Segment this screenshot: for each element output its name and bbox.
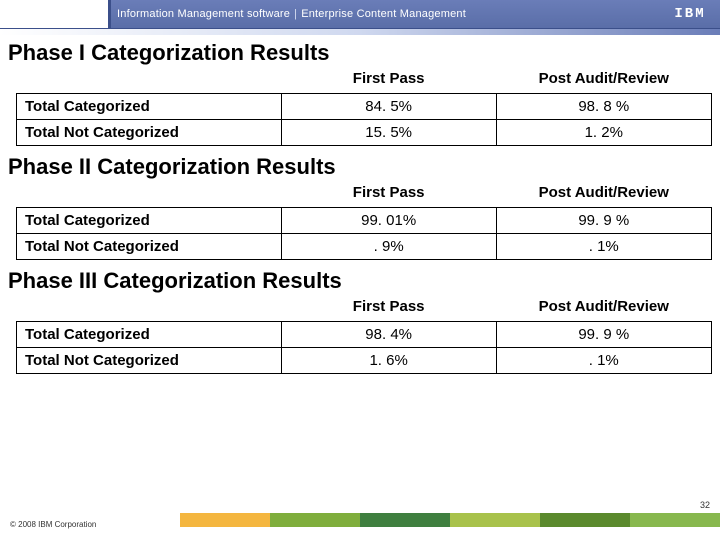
table-row: Total Categorized 98. 4% 99. 9 % — [17, 322, 712, 348]
table-row: Total Not Categorized . 9% . 1% — [17, 234, 712, 260]
row-label: Total Not Categorized — [17, 348, 282, 374]
cell-value: 99. 9 % — [496, 322, 712, 348]
ibm-logo: IBM — [660, 0, 720, 28]
phase-2-table: First Pass Post Audit/Review Total Categ… — [16, 182, 712, 260]
breadcrumb-item-1: Information Management software — [117, 8, 290, 20]
footer-stripe — [0, 513, 720, 527]
page-number: 32 — [700, 500, 710, 510]
row-label: Total Categorized — [17, 208, 282, 234]
cell-value: 98. 4% — [281, 322, 496, 348]
row-label: Total Not Categorized — [17, 120, 282, 146]
footer-color-block — [630, 513, 720, 527]
table-header-col1: First Pass — [281, 68, 496, 94]
cell-value: 84. 5% — [281, 94, 496, 120]
cell-value: 15. 5% — [281, 120, 496, 146]
cell-value: 1. 6% — [281, 348, 496, 374]
phase-1-title: Phase I Categorization Results — [8, 40, 712, 66]
cell-value: 98. 8 % — [496, 94, 712, 120]
table-header-blank — [17, 182, 282, 208]
topbar-spacer — [0, 0, 111, 28]
copyright: © 2008 IBM Corporation — [10, 520, 100, 529]
cell-value: 1. 2% — [496, 120, 712, 146]
footer-color-block — [180, 513, 270, 527]
cell-value: . 1% — [496, 348, 712, 374]
table-row: Total Categorized 84. 5% 98. 8 % — [17, 94, 712, 120]
footer-color-block — [270, 513, 360, 527]
table-row: Total Not Categorized 1. 6% . 1% — [17, 348, 712, 374]
table-header-col1: First Pass — [281, 182, 496, 208]
table-header-blank — [17, 68, 282, 94]
phase-3-title: Phase III Categorization Results — [8, 268, 712, 294]
table-header-col2: Post Audit/Review — [496, 68, 712, 94]
cell-value: 99. 01% — [281, 208, 496, 234]
breadcrumb: Information Management software | Enterp… — [111, 0, 660, 28]
row-label: Total Not Categorized — [17, 234, 282, 260]
slide: Information Management software | Enterp… — [0, 0, 720, 540]
topbar: Information Management software | Enterp… — [0, 0, 720, 29]
phase-3-table: First Pass Post Audit/Review Total Categ… — [16, 296, 712, 374]
table-header-col1: First Pass — [281, 296, 496, 322]
footer: © 2008 IBM Corporation — [0, 513, 720, 535]
table-row: Total Not Categorized 15. 5% 1. 2% — [17, 120, 712, 146]
table-row: Total Categorized 99. 01% 99. 9 % — [17, 208, 712, 234]
phase-1-table: First Pass Post Audit/Review Total Categ… — [16, 68, 712, 146]
phase-2-title: Phase II Categorization Results — [8, 154, 712, 180]
cell-value: . 9% — [281, 234, 496, 260]
row-label: Total Categorized — [17, 94, 282, 120]
footer-color-block — [450, 513, 540, 527]
footer-color-block — [360, 513, 450, 527]
footer-color-block — [540, 513, 630, 527]
row-label: Total Categorized — [17, 322, 282, 348]
cell-value: . 1% — [496, 234, 711, 260]
slide-content: Phase I Categorization Results First Pas… — [0, 34, 720, 506]
table-header-col2: Post Audit/Review — [496, 182, 711, 208]
table-header-col2: Post Audit/Review — [496, 296, 712, 322]
breadcrumb-item-2: Enterprise Content Management — [301, 8, 466, 20]
cell-value: 99. 9 % — [496, 208, 711, 234]
breadcrumb-separator: | — [290, 8, 301, 20]
table-header-blank — [17, 296, 282, 322]
